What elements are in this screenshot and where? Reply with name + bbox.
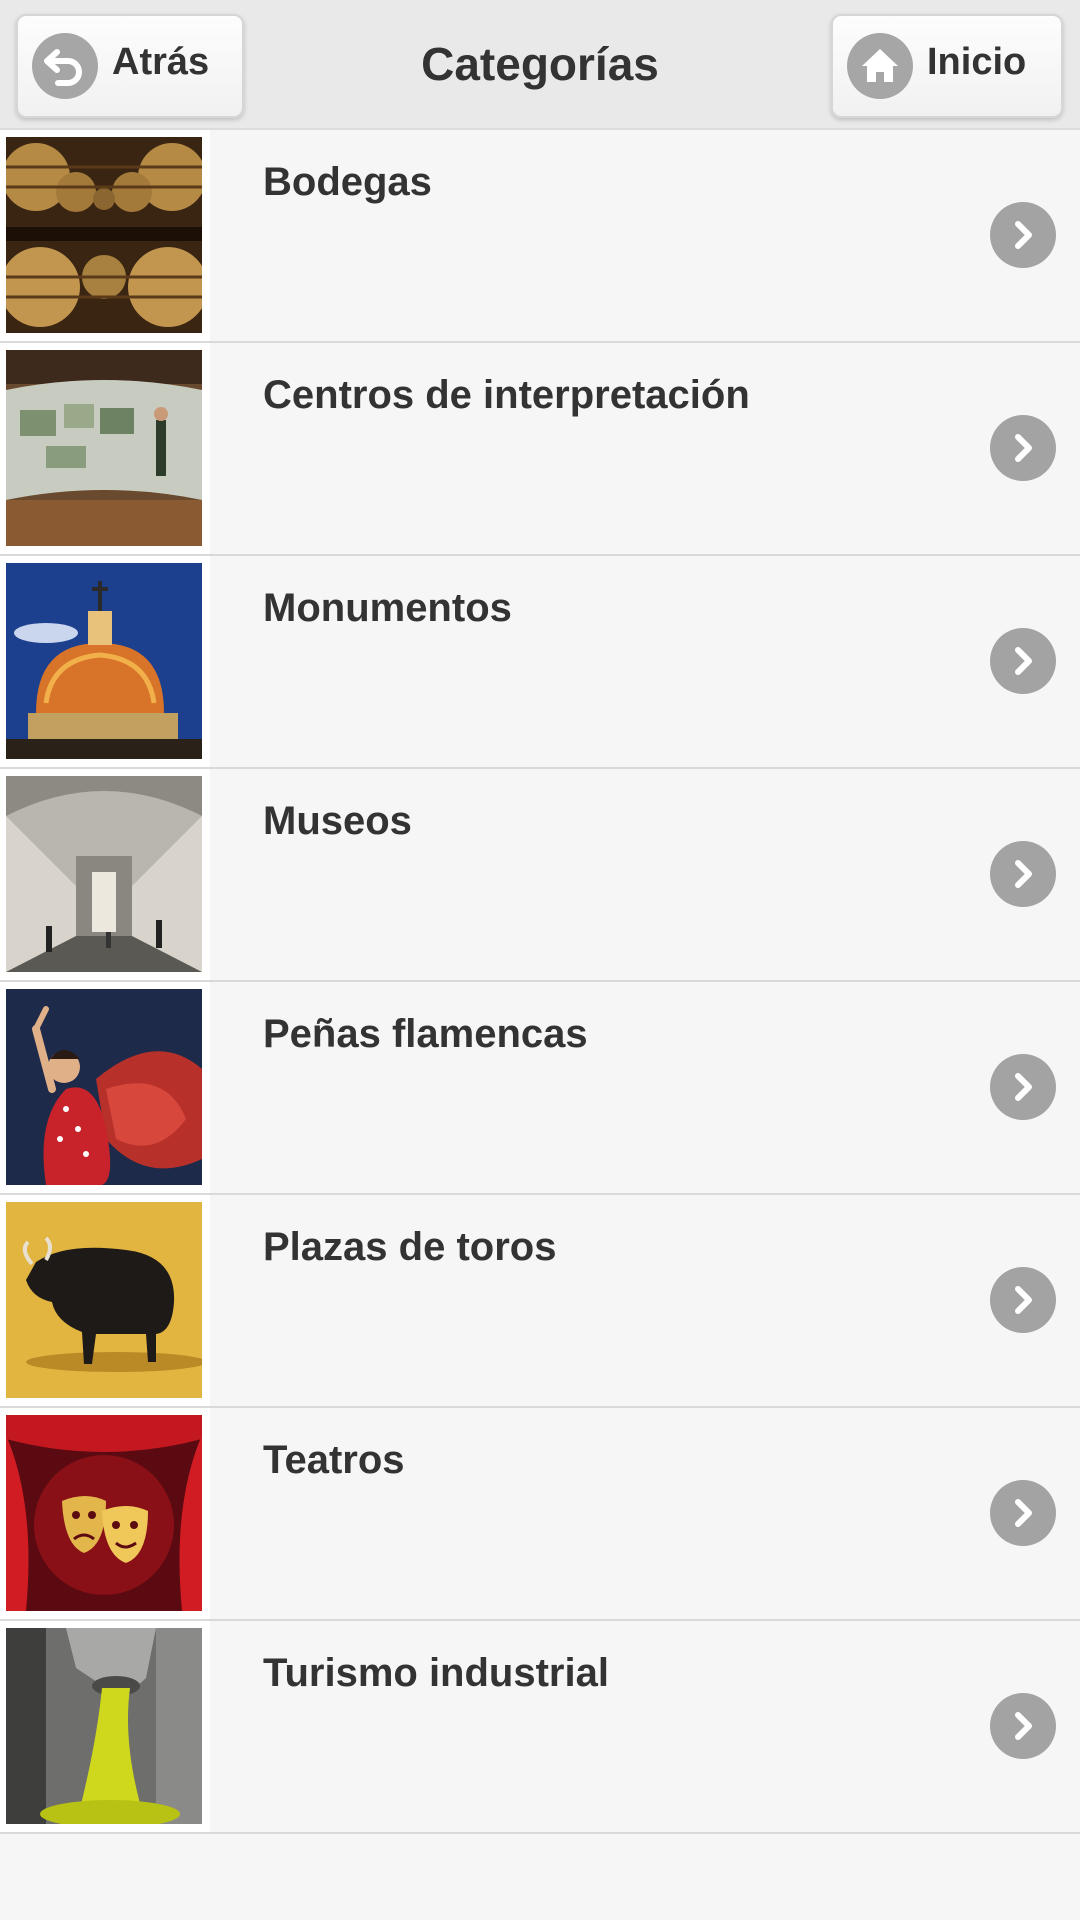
bull-thumbnail: [0, 1195, 210, 1406]
chevron-right-icon: [990, 1054, 1056, 1120]
category-item-bodegas[interactable]: Bodegas: [0, 130, 1080, 343]
category-label: Museos: [263, 799, 412, 843]
category-label: Teatros: [263, 1438, 405, 1482]
category-item-teatros[interactable]: Teatros: [0, 1408, 1080, 1621]
olive-oil-thumbnail: [0, 1621, 210, 1832]
chevron-right-icon: [990, 202, 1056, 268]
category-list: Bodegas Centros de interpretación Monume…: [0, 130, 1080, 1834]
category-item-centros-de-interpretacion[interactable]: Centros de interpretación: [0, 343, 1080, 556]
category-label: Bodegas: [263, 160, 432, 204]
header-bar: Categorías Atrás Inicio: [0, 0, 1080, 130]
category-label: Plazas de toros: [263, 1225, 557, 1269]
category-label: Peñas flamencas: [263, 1012, 588, 1056]
exhibition-hall-thumbnail: [0, 343, 210, 554]
back-button-label: Atrás: [112, 40, 210, 83]
chevron-right-icon: [990, 628, 1056, 694]
museum-gallery-thumbnail: [0, 769, 210, 980]
category-label: Monumentos: [263, 586, 512, 630]
category-item-monumentos[interactable]: Monumentos: [0, 556, 1080, 769]
chevron-right-icon: [990, 1480, 1056, 1546]
chevron-right-icon: [990, 415, 1056, 481]
category-item-museos[interactable]: Museos: [0, 769, 1080, 982]
category-label: Centros de interpretación: [263, 373, 750, 417]
chevron-right-icon: [990, 841, 1056, 907]
back-arrow-icon: [32, 33, 98, 99]
chevron-right-icon: [990, 1693, 1056, 1759]
home-icon: [847, 33, 913, 99]
category-item-plazas-de-toros[interactable]: Plazas de toros: [0, 1195, 1080, 1408]
back-button[interactable]: Atrás: [16, 14, 244, 118]
category-item-penas-flamencas[interactable]: Peñas flamencas: [0, 982, 1080, 1195]
theatre-masks-thumbnail: [0, 1408, 210, 1619]
home-button-label: Inicio: [927, 40, 1027, 83]
flamenco-dancer-thumbnail: [0, 982, 210, 1193]
home-button[interactable]: Inicio: [831, 14, 1063, 118]
church-dome-thumbnail: [0, 556, 210, 767]
category-item-turismo-industrial[interactable]: Turismo industrial: [0, 1621, 1080, 1834]
wine-barrels-thumbnail: [0, 130, 210, 341]
chevron-right-icon: [990, 1267, 1056, 1333]
category-label: Turismo industrial: [263, 1651, 609, 1695]
